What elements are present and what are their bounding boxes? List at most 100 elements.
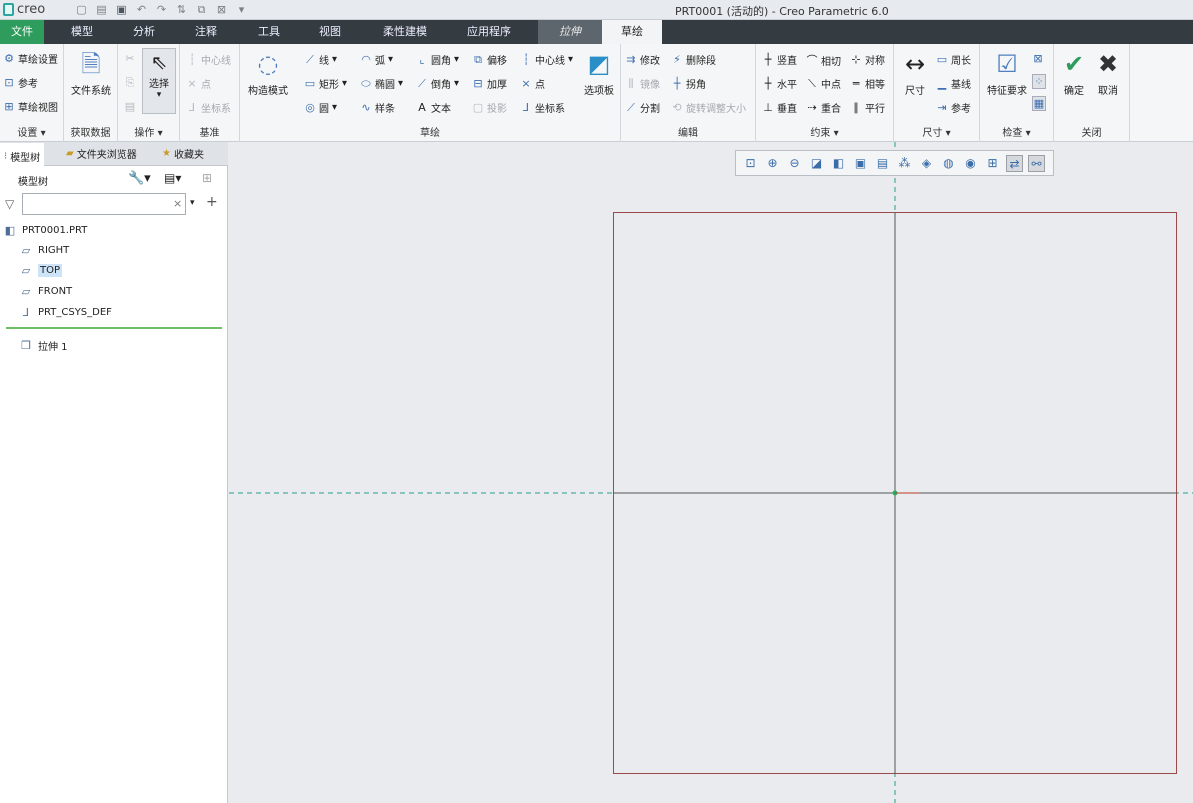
text-button[interactable]: A 文本 (416, 100, 451, 115)
tree-node-extrude[interactable]: ❒ 拉伸 1 (20, 338, 67, 353)
tab-favorites[interactable]: ★ 收藏夹 (162, 146, 204, 161)
parallel-constraint-button[interactable]: ∥ 平行 (850, 100, 885, 115)
cut-button[interactable]: ✂ (124, 52, 136, 65)
delete-segment-button[interactable]: ⚡ 删除段 (671, 52, 716, 67)
thicken-button[interactable]: ⊟ 加厚 (472, 76, 507, 91)
rectangle-button[interactable]: ▭ 矩形 ▾ (304, 76, 347, 91)
project-button[interactable]: ▢ 投影 (472, 100, 507, 115)
perpendicular-constraint-button[interactable]: ⊥ 垂直 (762, 100, 797, 115)
datum-display-icon[interactable]: ⁂ (896, 155, 913, 172)
sketch-csys-button[interactable]: ⅃ 坐标系 (520, 100, 565, 115)
construction-mode-button[interactable]: ◌ 构造模式 (244, 48, 292, 97)
line-button[interactable]: ⟋ 线 ▾ (304, 52, 337, 68)
tree-node-csys[interactable]: ⅃ PRT_CSYS_DEF (20, 306, 112, 319)
file-system-button[interactable]: 🗎 文件系统 (68, 48, 114, 97)
redo-icon[interactable]: ↷ (154, 3, 169, 17)
rotate-resize-button[interactable]: ⟲ 旋转调整大小 (671, 100, 746, 115)
graphics-window[interactable]: ⊡ ⊕ ⊖ ◪ ◧ ▣ ▤ ⁂ ◈ ◍ ◉ ⊞ ⇄ ⚯ (229, 142, 1193, 803)
tab-tools[interactable]: 工具 (245, 20, 293, 44)
equal-constraint-button[interactable]: ═ 相等 (850, 76, 885, 91)
tab-analysis[interactable]: 分析 (120, 20, 168, 44)
modify-button[interactable]: ⇉ 修改 (625, 52, 660, 67)
sketch-setup-button[interactable]: ⚙ 草绘设置 (3, 51, 58, 66)
zoom-out-icon[interactable]: ⊖ (786, 155, 803, 172)
view-manager-icon[interactable]: ▤ (874, 155, 891, 172)
dimension-button[interactable]: ↔ 尺寸 (898, 48, 932, 97)
sketch-point-button[interactable]: × 点 (520, 76, 545, 91)
cancel-button[interactable]: ✖ 取消 (1092, 48, 1124, 97)
circle-button[interactable]: ◎ 圆 ▾ (304, 100, 337, 115)
display-style-icon[interactable]: ◧ (830, 155, 847, 172)
vertical-constraint-button[interactable]: ┼ 竖直 (762, 52, 797, 67)
regenerate-icon[interactable]: ⇅ (174, 3, 189, 17)
chamfer-button[interactable]: ⟋ 倒角 ▾ (416, 76, 459, 92)
perimeter-button[interactable]: ▭ 周长 (936, 52, 971, 67)
ok-button[interactable]: ✔ 确定 (1058, 48, 1090, 97)
shade-closed-loops-button[interactable]: ▦ (1032, 96, 1046, 111)
tab-extrude[interactable]: 拉伸 (538, 20, 602, 44)
saved-orientations-icon[interactable]: ▣ (852, 155, 869, 172)
mirror-button[interactable]: ⫼ 镜像 (625, 76, 660, 92)
group-label-setup[interactable]: 设置 ▾ (0, 124, 63, 139)
highlight-open-ends-button[interactable]: ⁘ (1032, 74, 1046, 89)
refit-icon[interactable]: ⊡ (742, 155, 759, 172)
new-icon[interactable]: ▢ (74, 3, 89, 17)
close-window-icon[interactable]: ⊠ (214, 3, 229, 17)
open-icon[interactable]: ▤ (94, 3, 109, 17)
tree-node-top[interactable]: ▱ TOP (20, 264, 63, 277)
insert-here-indicator[interactable] (6, 327, 222, 329)
clear-search-icon[interactable]: × (173, 197, 182, 210)
undo-icon[interactable]: ↶ (134, 3, 149, 17)
sketch-centerline-button[interactable]: ┆ 中心线 ▾ (520, 52, 573, 67)
corner-button[interactable]: ┼ 拐角 (671, 76, 706, 91)
zoom-in-icon[interactable]: ⊕ (764, 155, 781, 172)
arc-button[interactable]: ◠ 弧 ▾ (360, 52, 393, 67)
tree-node-part[interactable]: ◧ PRT0001.PRT (4, 224, 88, 237)
repaint-icon[interactable]: ◪ (808, 155, 825, 172)
sketcher-display-icon[interactable]: ⇄ (1006, 154, 1023, 172)
window-icon[interactable]: ⧉ (194, 3, 209, 17)
spline-button[interactable]: ∿ 样条 (360, 100, 395, 115)
overlap-geometry-button[interactable]: ⊠ (1032, 52, 1044, 65)
sketch-view-icon[interactable]: ⊞ (984, 155, 1001, 172)
horizontal-constraint-button[interactable]: ┼ 水平 (762, 76, 797, 91)
paste-button[interactable]: ▤ (124, 100, 136, 113)
sketch-view-button[interactable]: ⊞ 草绘视图 (3, 99, 58, 114)
palette-button[interactable]: ◩ 选项板 (580, 48, 618, 97)
datum-point-button[interactable]: × 点 (186, 76, 211, 91)
datum-centerline-button[interactable]: ┆ 中心线 (186, 52, 231, 67)
annotation-display-icon[interactable]: ◈ (918, 155, 935, 172)
sketch-canvas[interactable] (229, 142, 1193, 803)
tree-node-right[interactable]: ▱ RIGHT (20, 244, 70, 257)
midpoint-constraint-button[interactable]: ⟍ 中点 (806, 76, 841, 92)
tab-model[interactable]: 模型 (58, 20, 106, 44)
search-options-chevron-icon[interactable]: ▾ (190, 198, 195, 208)
coincident-constraint-button[interactable]: ⇢ 重合 (806, 100, 841, 115)
divide-button[interactable]: ⟋ 分割 (625, 100, 660, 116)
tab-view[interactable]: 视图 (306, 20, 354, 44)
settings-icon[interactable]: 🔧▾ (128, 171, 151, 186)
tab-applications[interactable]: 应用程序 (453, 20, 525, 44)
constraint-display-icon[interactable]: ⚯ (1028, 154, 1045, 172)
group-label-operations[interactable]: 操作 ▾ (118, 124, 179, 139)
spin-center-icon[interactable]: ◍ (940, 155, 957, 172)
select-button[interactable]: ⇖ 选择 ▾ (142, 48, 176, 114)
ellipse-button[interactable]: ⬭ 椭圆 ▾ (360, 76, 403, 92)
group-label-dimension[interactable]: 尺寸 ▾ (894, 124, 979, 139)
tangent-constraint-button[interactable]: ⌒ 相切 (806, 52, 842, 68)
references-button[interactable]: ⊡ 参考 (3, 75, 38, 90)
model-tree-search-input[interactable] (22, 193, 186, 215)
show-icon[interactable]: ▤▾ (164, 171, 181, 185)
tab-model-tree[interactable]: ⁝ 模型树 (0, 143, 45, 166)
tab-annotate[interactable]: 注释 (182, 20, 230, 44)
datum-csys-button[interactable]: ⅃ 坐标系 (186, 100, 231, 115)
tab-file[interactable]: 文件 (0, 20, 44, 44)
group-label-inspect[interactable]: 检查 ▾ (980, 124, 1053, 139)
baseline-button[interactable]: ▁ 基线 (936, 76, 971, 91)
group-label-constrain[interactable]: 约束 ▾ (756, 124, 893, 139)
save-icon[interactable]: ▣ (114, 3, 129, 17)
reference-dimension-button[interactable]: ⇥ 参考 (936, 100, 971, 115)
tab-flexible-modeling[interactable]: 柔性建模 (370, 20, 440, 44)
perspective-icon[interactable]: ◉ (962, 155, 979, 172)
symmetric-constraint-button[interactable]: ⊹ 对称 (850, 52, 885, 67)
